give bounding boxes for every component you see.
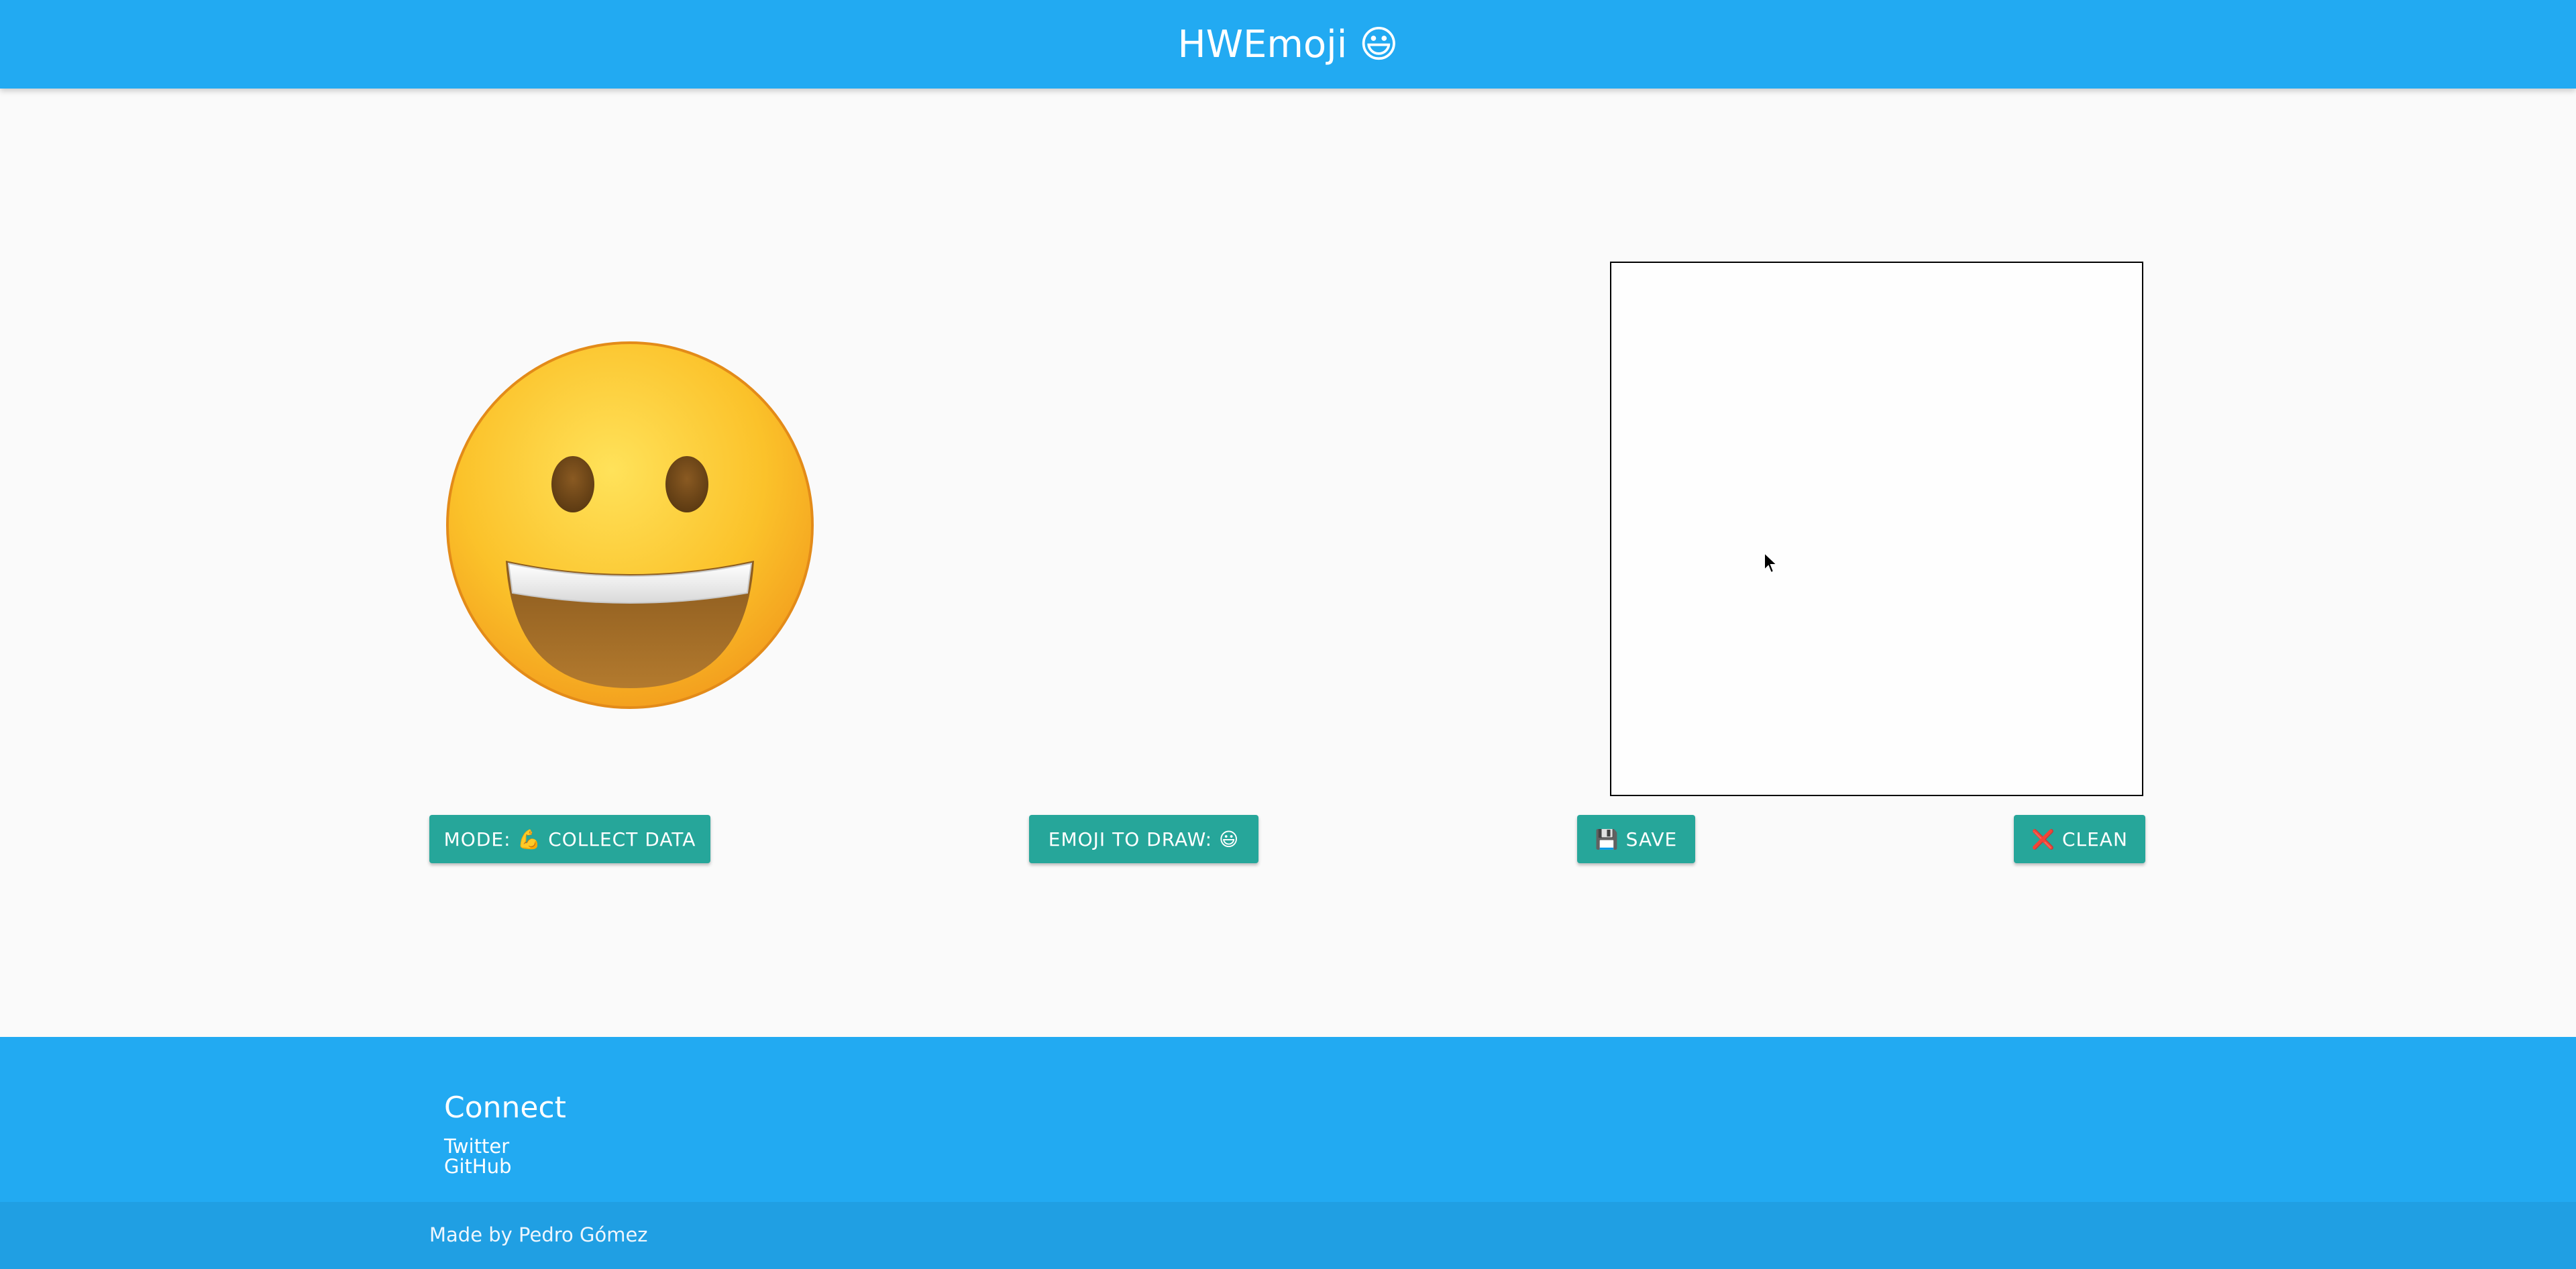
grinning-face-icon — [444, 339, 816, 711]
clean-button[interactable]: ❌ CLEAN — [2014, 815, 2145, 863]
footer-copyright-bar: Made by Pedro Gómez — [0, 1202, 2576, 1269]
twitter-link[interactable]: Twitter — [444, 1135, 509, 1158]
cross-mark-icon: ❌ — [2031, 828, 2055, 850]
github-link[interactable]: GitHub — [444, 1155, 512, 1178]
mode-button-label: MODE: 💪 COLLECT DATA — [443, 828, 696, 850]
floppy-disk-icon: 💾 — [1595, 828, 1619, 850]
top-navbar: HWEmoji 😃 — [0, 0, 2576, 89]
save-button-label: SAVE — [1625, 828, 1678, 850]
brand-title[interactable]: HWEmoji 😃 — [1178, 23, 1399, 66]
page-footer: Connect Twitter GitHub — [0, 1037, 2576, 1202]
emoji-to-draw-label: EMOJI TO DRAW: 😃 — [1048, 828, 1240, 850]
drawing-canvas[interactable] — [1610, 262, 2143, 796]
mouse-cursor-icon — [1763, 551, 1779, 574]
copyright-text: Made by Pedro Gómez — [429, 1223, 648, 1246]
mode-button[interactable]: MODE: 💪 COLLECT DATA — [429, 815, 710, 863]
save-button[interactable]: 💾 SAVE — [1577, 815, 1695, 863]
emoji-to-draw-button[interactable]: EMOJI TO DRAW: 😃 — [1029, 815, 1258, 863]
footer-title: Connect — [444, 1091, 566, 1125]
clean-button-label: CLEAN — [2061, 828, 2128, 850]
